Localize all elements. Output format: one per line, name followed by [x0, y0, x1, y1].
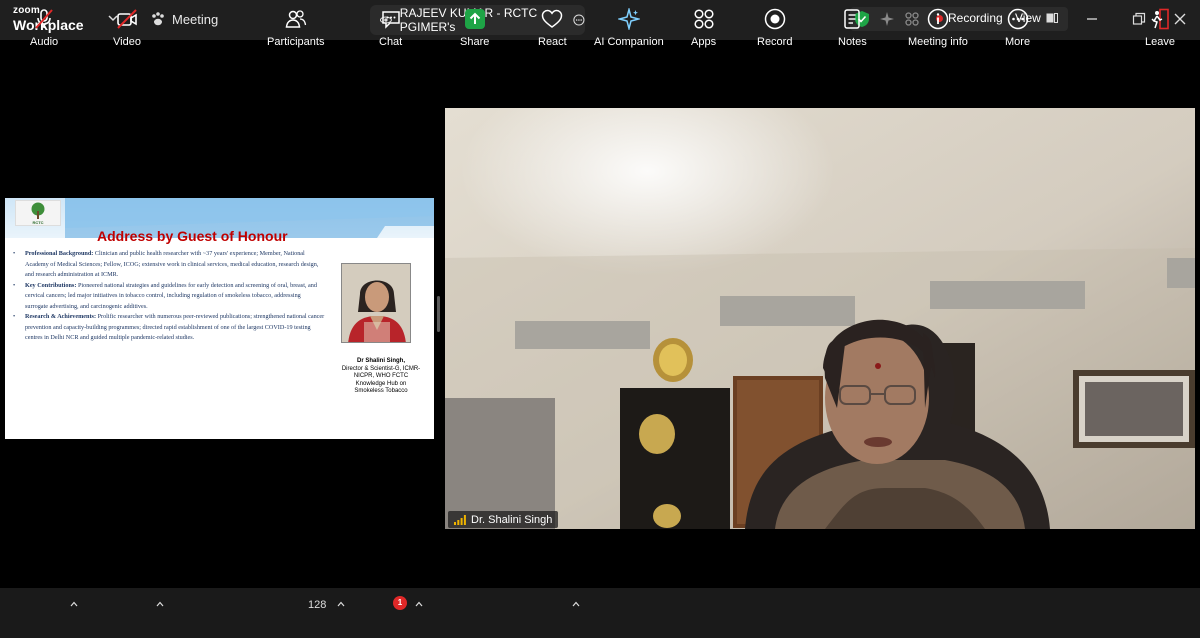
chat-options-caret-icon[interactable] — [415, 601, 423, 607]
chat-icon — [381, 11, 400, 29]
record-button[interactable]: Record — [757, 8, 792, 48]
more-label: More — [1005, 36, 1031, 48]
split-view-drag-handle[interactable] — [437, 296, 440, 332]
meeting-toolbar — [0, 588, 1200, 638]
video-frame — [445, 108, 1195, 529]
portrait-image — [342, 264, 410, 342]
slide-bullet-list: Professional Background: Clinician and p… — [13, 249, 325, 344]
participants-button[interactable]: Participants — [267, 8, 324, 48]
slide-title: Address by Guest of Honour — [97, 228, 288, 244]
react-button[interactable]: React — [538, 8, 567, 48]
participant-video-tile[interactable] — [445, 108, 1195, 529]
share-label: Share — [460, 36, 490, 48]
leave-button[interactable]: Leave — [1145, 8, 1175, 48]
chat-label: Chat — [379, 36, 403, 48]
ai-companion-label: AI Companion — [594, 36, 664, 48]
react-label: React — [538, 36, 567, 48]
slide-bullet: Key Contributions: Pioneered national st… — [13, 281, 325, 313]
audio-label: Audio — [30, 36, 59, 48]
shared-screen-slide[interactable]: RCTC Address by Guest of Honour Professi… — [5, 198, 434, 439]
apps-grid-icon — [693, 9, 714, 29]
logo-text: RCTC — [32, 219, 44, 225]
more-button[interactable]: More — [1005, 8, 1030, 48]
apps-button[interactable]: Apps — [691, 8, 716, 48]
ai-sparkle-icon[interactable] — [879, 11, 895, 27]
participant-name-tag: Dr. Shalini Singh — [448, 511, 559, 528]
bullet-heading: Key Contributions: — [25, 281, 77, 289]
notes-button[interactable]: Notes — [838, 8, 867, 48]
video-button[interactable]: Video — [113, 8, 141, 48]
notes-label: Notes — [838, 36, 867, 48]
slide-bullet: Professional Background: Clinician and p… — [13, 249, 325, 281]
minimize-icon[interactable] — [1084, 11, 1100, 27]
bullet-heading: Professional Background: — [25, 250, 94, 257]
view-layout-icon — [1046, 13, 1058, 23]
record-label: Record — [757, 36, 793, 48]
participants-options-caret-icon[interactable] — [337, 601, 345, 607]
slide-bullet: Research & Achievements: Prolific resear… — [13, 312, 325, 344]
record-icon — [764, 8, 785, 30]
share-screen-icon — [464, 9, 485, 29]
react-options-caret-icon[interactable] — [572, 601, 580, 607]
meeting-info-button[interactable]: Meeting info — [908, 8, 968, 48]
tree-logo-icon — [31, 202, 45, 219]
video-label: Video — [113, 36, 141, 48]
participant-name: Dr. Shalini Singh — [471, 513, 553, 526]
meeting-label: Meeting — [172, 11, 219, 27]
speaker-caption: Dr Shalini Singh, Director & Scientist-G… — [341, 358, 421, 396]
share-button[interactable]: Share — [460, 8, 489, 48]
more-options-icon[interactable] — [573, 13, 585, 27]
meeting-button[interactable]: Meeting — [150, 11, 218, 27]
video-options-caret-icon[interactable] — [156, 601, 164, 607]
notes-icon — [844, 9, 861, 29]
rctc-logo: RCTC — [15, 200, 61, 226]
chat-button[interactable]: Chat — [379, 8, 402, 48]
heart-icon — [542, 9, 563, 28]
leave-door-icon — [1151, 8, 1169, 30]
caption-name: Dr Shalini Singh, — [356, 358, 405, 364]
signal-strength-icon — [454, 514, 466, 525]
video-off-icon — [117, 9, 137, 29]
meeting-info-label: Meeting info — [908, 36, 968, 48]
ai-companion-icon — [617, 8, 640, 30]
info-icon — [927, 8, 949, 30]
more-dots-icon — [1007, 8, 1028, 30]
participants-count: 128 — [308, 599, 327, 611]
participants-icon — [285, 10, 306, 28]
participants-label: Participants — [267, 36, 325, 48]
speaker-portrait — [341, 263, 411, 343]
paw-icon — [152, 12, 164, 26]
ai-companion-button[interactable]: AI Companion — [594, 8, 664, 48]
leave-label: Leave — [1145, 36, 1175, 48]
chat-unread-badge: 1 — [393, 596, 407, 610]
audio-button[interactable]: Audio — [30, 8, 58, 48]
caption-role: Director & Scientist-G, ICMR-NICPR, WHO … — [341, 365, 421, 395]
apps-label: Apps — [691, 36, 717, 48]
microphone-muted-icon — [35, 9, 53, 29]
bullet-heading: Research & Achievements: — [25, 313, 97, 320]
audio-options-caret-icon[interactable] — [70, 601, 78, 607]
